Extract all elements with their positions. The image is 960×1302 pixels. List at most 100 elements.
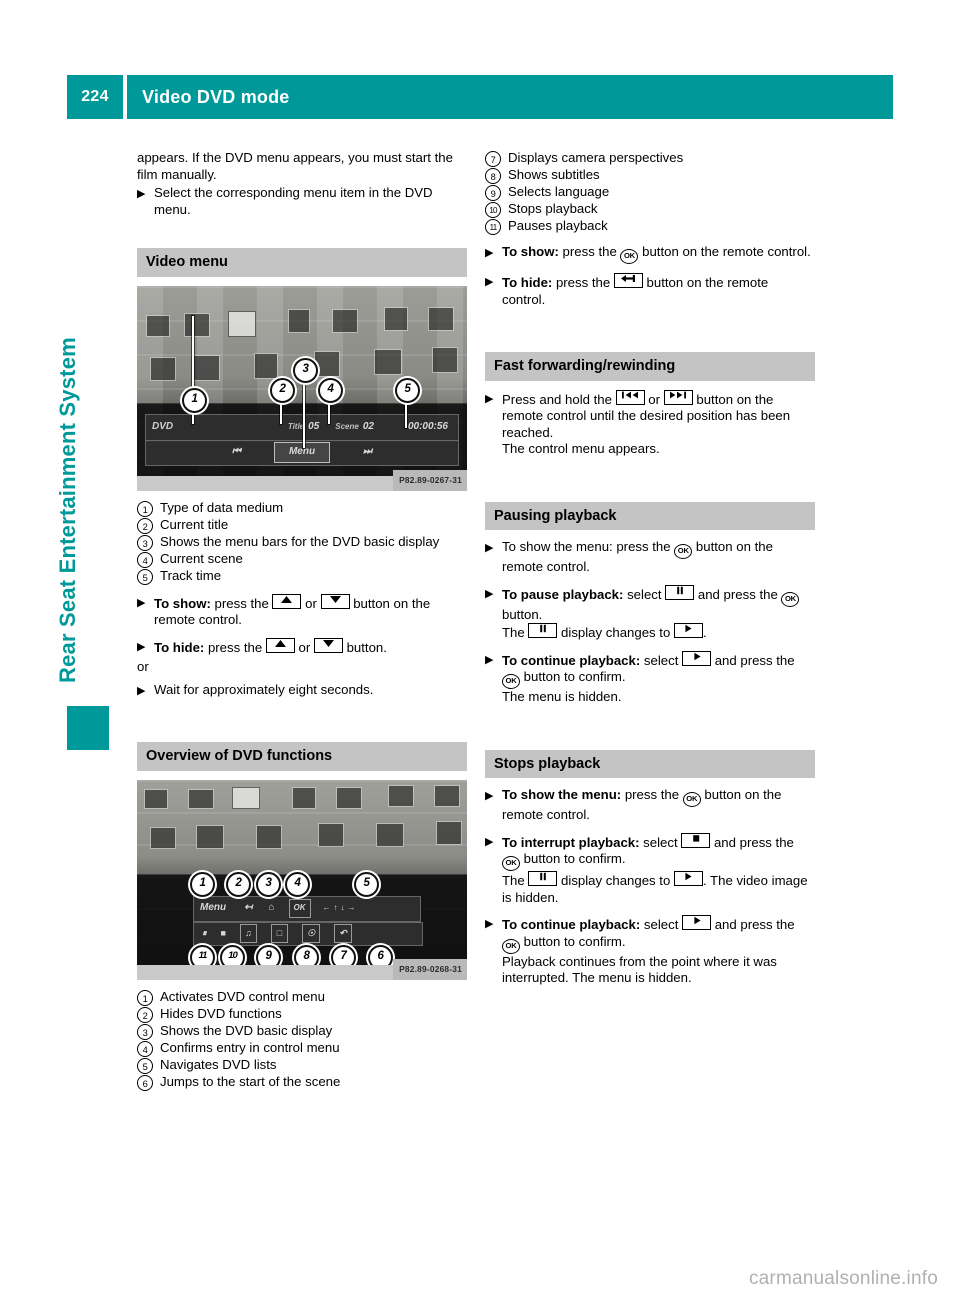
intro-step: ▶ Select the corresponding menu item in … (137, 185, 465, 218)
legend-item: 5 Navigates DVD lists (137, 1057, 465, 1074)
arrow-up-key-icon[interactable] (272, 593, 302, 609)
right-column: 7 Displays camera perspectives 8 Shows s… (485, 150, 815, 987)
osd-title-value: 05 (308, 421, 320, 433)
figure-marker: 3 (256, 871, 281, 897)
back-icon[interactable]: ↤ (244, 900, 252, 917)
legend-label: Shows subtitles (508, 167, 600, 182)
legend-number: 3 (137, 1023, 153, 1040)
back-key-icon[interactable] (613, 273, 643, 288)
camera-icon[interactable]: ☉ (302, 924, 321, 943)
step-arrow-icon: ▶ (137, 596, 146, 609)
legend-item: 8 Shows subtitles (485, 167, 813, 184)
step-arrow-icon: ▶ (485, 835, 494, 848)
stop-key-icon[interactable] (681, 832, 711, 848)
legend-label: Current scene (160, 550, 243, 566)
ok-key-icon[interactable]: OK (502, 856, 520, 871)
play-key-icon[interactable] (682, 650, 712, 666)
subtitle-icon[interactable]: □ (270, 924, 289, 943)
step-arrow-icon: ▶ (485, 247, 494, 259)
figure-marker: 1 (182, 387, 207, 413)
legend-item: 11 Pauses playback (485, 218, 813, 235)
step-arrow-icon: ▶ (137, 684, 146, 697)
arrow-down-key-icon[interactable] (320, 593, 350, 609)
step-arrow-icon: ▶ (485, 918, 494, 930)
ok-key-icon[interactable]: OK (502, 938, 520, 954)
step-to-interrupt-playback: ▶ To interrupt playback: select and pres… (485, 832, 808, 905)
section-heading-pausing: Pausing playback (485, 501, 815, 530)
osd-ok-button[interactable]: OK (288, 899, 311, 918)
legend-label: Track time (160, 567, 222, 583)
step-lead-label: To hide: (502, 275, 553, 290)
section-heading-video-menu: Video menu (137, 248, 467, 277)
play-key-icon[interactable] (673, 623, 703, 638)
arrow-up-key-icon[interactable] (265, 637, 295, 653)
legend-number: 10 (485, 202, 501, 218)
fast-forward-key-icon[interactable] (663, 389, 693, 405)
figure-marker: 5 (395, 377, 420, 403)
ok-key-icon[interactable]: OK (674, 544, 693, 559)
arrow-down-key-icon[interactable] (313, 637, 343, 653)
watermark: carmanualsonline.info (748, 1268, 938, 1289)
pause-key-icon[interactable] (665, 584, 695, 600)
step-arrow-icon: ▶ (485, 276, 494, 288)
osd-menu-button[interactable]: Menu (273, 442, 331, 463)
step-wait-text: Wait for approximately eight seconds. (154, 681, 374, 697)
play-key-icon[interactable] (673, 871, 703, 886)
stop-icon[interactable]: ■ (221, 925, 226, 942)
osd-next-icon: ⏭ (363, 446, 372, 458)
figure-video-menu: DVD Title 05 Scene 02 00:00:56 ⏮ Menu ⏭ … (137, 285, 467, 491)
osd-control-bar-bottom: ⏸ ■ ♫ □ ☉ ↶ (193, 921, 423, 946)
language-icon[interactable]: ♫ (239, 924, 257, 943)
osd-track-time: 00:00:56 (407, 421, 448, 433)
rewind-key-icon[interactable] (615, 389, 645, 405)
step-lead-label: To hide: (154, 639, 205, 655)
legend-label: Shows the menu bars for the DVD basic di… (160, 533, 440, 549)
step-arrow-icon: ▶ (137, 188, 146, 200)
legend-item: 6 Jumps to the start of the scene (137, 1074, 465, 1091)
home-icon[interactable]: ⌂ (269, 900, 275, 917)
arrow-keys-icon[interactable]: ←↑↓→ (323, 900, 359, 917)
legend-item: 4 Confirms entry in control menu (137, 1040, 465, 1057)
pause-icon[interactable]: ⏸ (202, 925, 207, 942)
pause-key-icon[interactable] (528, 623, 558, 638)
play-key-icon[interactable] (682, 915, 712, 930)
legend-number: 8 (485, 168, 501, 184)
figure-marker: 5 (354, 871, 379, 897)
legend-number: 2 (137, 517, 153, 534)
step-pause-show-menu: ▶ To show the menu: press the OK button … (485, 539, 773, 574)
legend-label: Pauses playback (508, 218, 608, 233)
ok-key-icon[interactable]: OK (502, 674, 520, 689)
pause-key-icon[interactable] (528, 871, 558, 886)
ok-key-icon[interactable]: OK (620, 249, 639, 264)
legend-label: Hides DVD functions (160, 1005, 282, 1021)
step-arrow-icon: ▶ (485, 653, 494, 666)
legend-item: 5 Track time (137, 568, 465, 585)
legend-number: 2 (137, 1006, 153, 1023)
section-heading-fast-forward: Fast forwarding/rewinding (485, 352, 815, 381)
intro-step-text: Select the corresponding menu item in th… (154, 185, 433, 217)
osd-title-label: Title (287, 422, 305, 432)
page-number: 224 (67, 75, 123, 119)
legend-number: 4 (137, 1040, 153, 1057)
header-bar: Video DVD mode (127, 75, 893, 119)
figure-marker: 1 (190, 871, 215, 897)
osd-scene-label: Scene (335, 422, 359, 432)
step-arrow-icon: ▶ (137, 640, 146, 653)
legend-item: 1 Activates DVD control menu (137, 989, 465, 1006)
figure-marker: 4 (318, 377, 343, 403)
step-lead-label: To show: (502, 244, 559, 259)
figure-caption-code: P82.89-0268-31 (393, 959, 467, 980)
step-lead-label: To continue playback: (502, 917, 641, 932)
ok-key-icon[interactable]: OK (781, 591, 800, 607)
figure-marker: 3 (293, 357, 318, 383)
legend-number: 3 (137, 534, 153, 551)
ok-key-icon[interactable]: OK (682, 792, 701, 807)
osd-menu-button[interactable]: Menu (200, 900, 226, 917)
step-arrow-icon: ▶ (485, 542, 494, 554)
page-header: 224 Video DVD mode (67, 75, 893, 119)
osd-control-bar-top: Menu ↤ ⌂ OK ←↑↓→ (193, 895, 421, 922)
step-result-text: Playback continues from the point where … (502, 953, 777, 986)
step-wait: ▶ Wait for approximately eight seconds. (137, 682, 465, 699)
legend-label: Shows the DVD basic display (160, 1022, 333, 1038)
scene-start-icon[interactable]: ↶ (334, 924, 352, 943)
